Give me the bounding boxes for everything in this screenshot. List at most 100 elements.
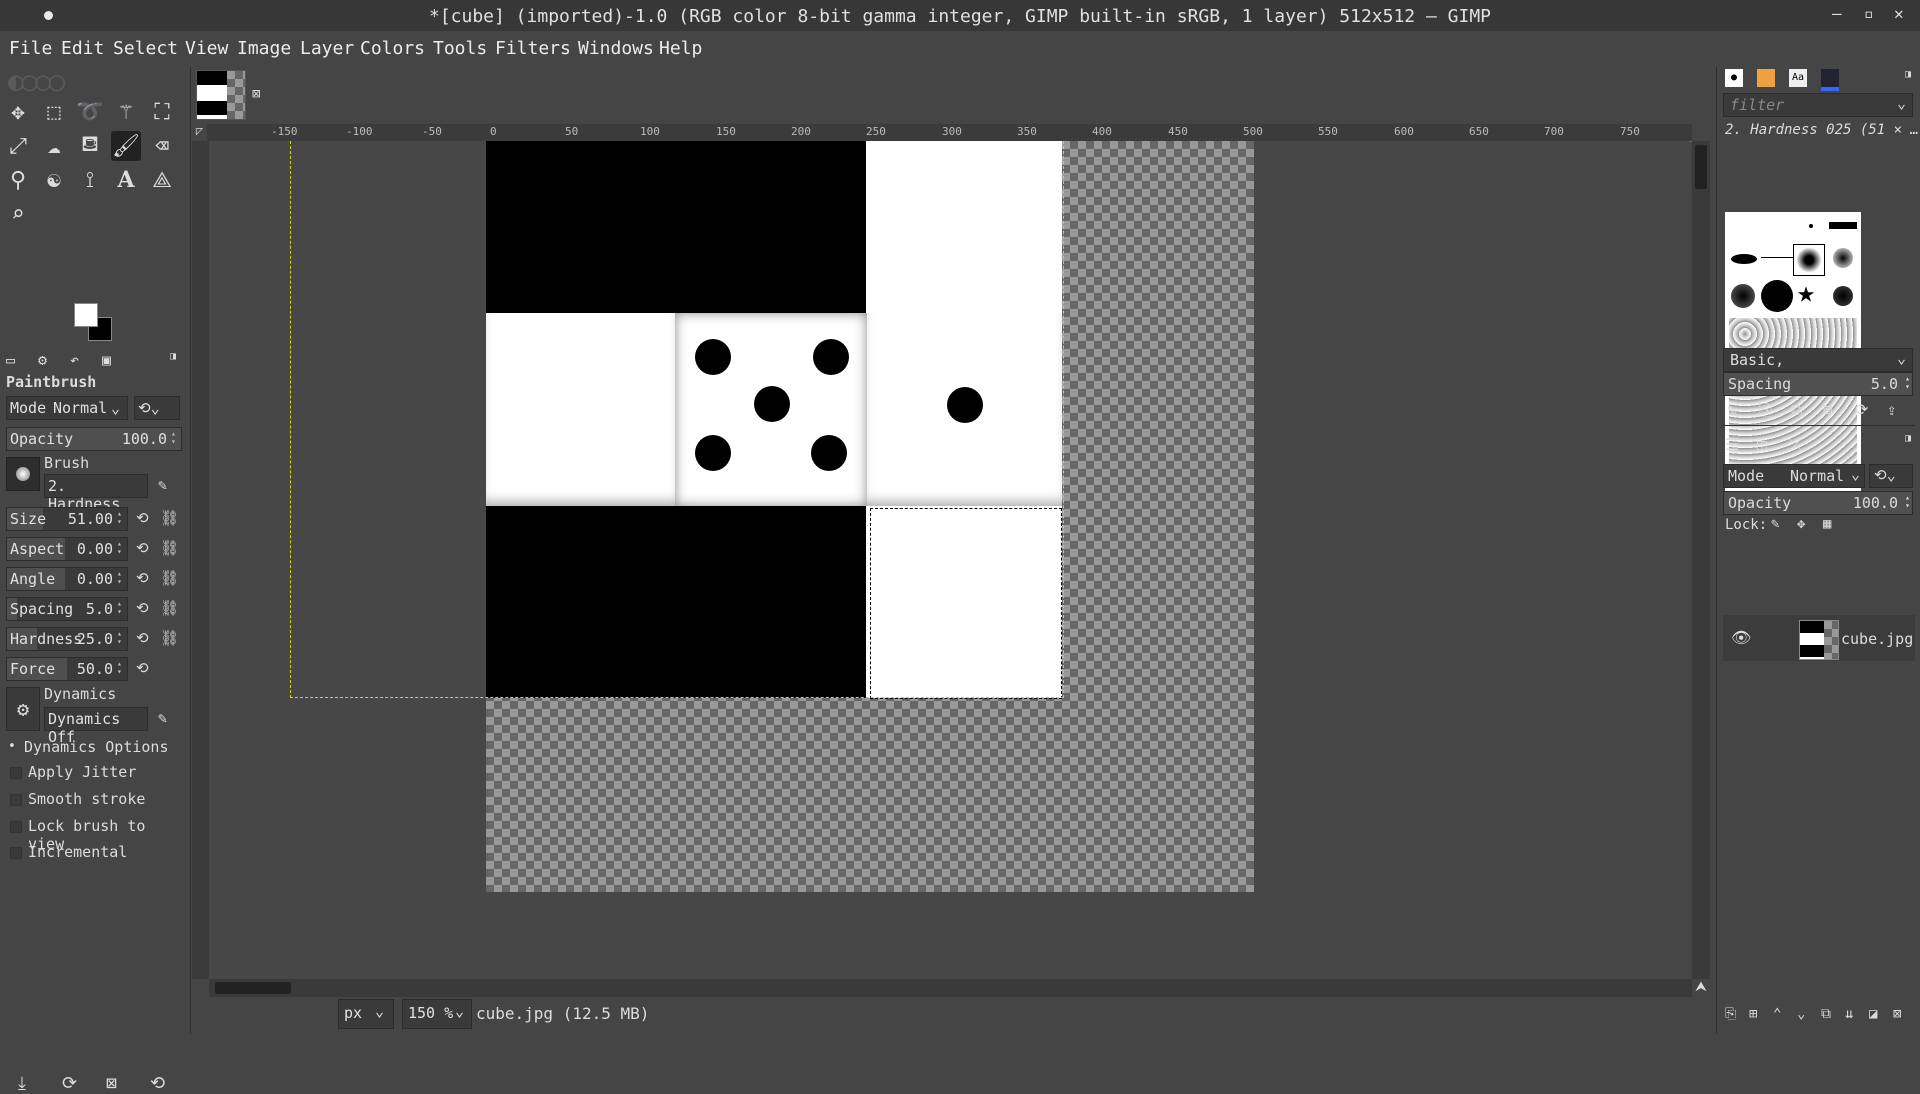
lasso-tool-icon[interactable]: ➰ (75, 97, 105, 127)
smudge-tool-icon[interactable]: ☯ (39, 165, 69, 195)
hardness-slider[interactable]: Hardness 25.0 ▴ ▾ (6, 627, 128, 651)
force-slider[interactable]: Force 50.0 ▴ ▾ (6, 657, 128, 681)
text-tool-icon[interactable]: A (111, 165, 141, 195)
new-layer-group-icon[interactable]: ⊞ (1749, 1006, 1757, 1022)
rect-select-tool-icon[interactable]: ⬚ (39, 97, 69, 127)
gradients-tab-icon[interactable] (1821, 69, 1839, 91)
delete-options-icon[interactable]: ⊠ (106, 1073, 117, 1094)
close-image-tab-icon[interactable]: ⊠ (252, 86, 260, 102)
duplicate-brush-icon[interactable]: ⧉ (1791, 400, 1802, 420)
smooth-stroke-checkbox[interactable] (10, 794, 22, 806)
brush-filter-input[interactable]: filter ⌄ (1723, 93, 1913, 117)
navigate-icon[interactable]: ⮝ (1692, 979, 1710, 997)
menu-view[interactable]: View (185, 38, 228, 59)
measure-tool-icon[interactable]: ⟁ (147, 165, 177, 195)
reset-force-icon[interactable]: ⟲ (136, 659, 149, 677)
menu-tools[interactable]: Tools (433, 38, 487, 59)
patterns-tab-icon[interactable] (1757, 69, 1775, 87)
horizontal-scrollbar[interactable] (209, 979, 1692, 997)
move-tool-icon[interactable]: ✥ (3, 97, 33, 127)
minimize-button[interactable]: – (1832, 4, 1842, 23)
reset-aspect-icon[interactable]: ⟲ (136, 539, 149, 557)
lock-alpha-icon[interactable]: ▦ (1823, 516, 1831, 532)
eye-icon[interactable]: 👁 (1731, 628, 1751, 647)
layer-mode-reset[interactable]: ⟲⌄ (1869, 464, 1913, 488)
zoom-tool-icon[interactable]: ⌕ (3, 199, 33, 229)
foreground-color-swatch[interactable] (74, 303, 98, 327)
crop-tool-icon[interactable]: ⛶ (147, 97, 177, 127)
brush-preview[interactable] (6, 457, 40, 491)
reset-hardness-icon[interactable]: ⟲ (136, 629, 149, 647)
brush-select[interactable]: 2. Hardness (44, 474, 148, 513)
configure-tab-icon[interactable]: ◨ (1905, 433, 1911, 444)
quick-mask-corner-icon[interactable]: ◸ (192, 124, 207, 139)
apply-jitter-checkbox[interactable] (10, 767, 22, 779)
paintbrush-tool-icon[interactable]: 🖌 (111, 131, 141, 161)
canvas-area[interactable] (209, 141, 1689, 979)
link-size-icon[interactable]: ⛓ (160, 509, 179, 527)
new-brush-icon[interactable]: ⎘ (1759, 400, 1772, 420)
fuzzy-select-tool-icon[interactable]: ⚚ (111, 97, 141, 127)
layers-tab-icon[interactable]: ☰ (1725, 435, 1739, 454)
device-status-tab-icon[interactable]: ⚙ (38, 351, 62, 371)
clone-tool-icon[interactable]: ⚲ (3, 165, 33, 195)
delete-brush-icon[interactable]: ⊠ (1823, 400, 1833, 419)
warp-tool-icon[interactable]: ☁ (39, 131, 69, 161)
configure-tab-icon[interactable]: ◨ (170, 351, 194, 371)
menu-windows[interactable]: Windows (578, 38, 654, 59)
lock-position-icon[interactable]: ✥ (1797, 516, 1805, 532)
tool-options-tab-icon[interactable]: ▭ (6, 351, 30, 371)
dynamics-options-expander[interactable]: Dynamics Options (24, 738, 169, 756)
brushes-tab-icon[interactable]: ● (1725, 69, 1743, 87)
fonts-tab-icon[interactable]: Aa (1789, 69, 1807, 87)
mode-reset-button[interactable]: ⟲⌄ (134, 396, 180, 420)
menu-layer[interactable]: Layer (300, 38, 354, 59)
restore-options-icon[interactable]: ⟳ (62, 1073, 77, 1094)
layer-opacity-slider[interactable]: Opacity 100.0 ▴ ▾ (1723, 491, 1913, 515)
channels-tab-icon[interactable]: ◫ (1757, 435, 1767, 454)
link-angle-icon[interactable]: ⛓ (160, 569, 179, 587)
menu-filters[interactable]: Filters (495, 38, 571, 59)
spacing-slider[interactable]: Spacing 5.0 ▴ ▾ (6, 597, 128, 621)
add-mask-icon[interactable]: ◪ (1869, 1006, 1877, 1022)
paths-tab-icon[interactable]: ⤫ (1789, 435, 1802, 455)
undo-history-tab-icon[interactable]: ↶ (70, 351, 94, 371)
opacity-slider[interactable]: Opacity 100.0 ▴ ▾ (6, 427, 182, 451)
reset-angle-icon[interactable]: ⟲ (136, 569, 149, 587)
lower-layer-icon[interactable]: ⌄ (1797, 1006, 1805, 1022)
expander-icon[interactable]: • (8, 739, 16, 754)
layer-mode-select[interactable]: Mode Normal ⌄ (1723, 464, 1865, 488)
link-spacing-icon[interactable]: ⛓ (160, 599, 179, 617)
menu-image[interactable]: Image (237, 38, 291, 59)
delete-layer-icon[interactable]: ⊠ (1893, 1006, 1901, 1022)
brush-tag-input[interactable]: Basic, ⌄ (1723, 348, 1913, 372)
brush-spacing-slider[interactable]: Spacing 5.0 ▴ ▾ (1723, 372, 1913, 396)
unit-select[interactable]: px ⌄ (338, 999, 394, 1029)
reset-spacing-icon[interactable]: ⟲ (136, 599, 149, 617)
eraser-tool-icon[interactable]: ⌫ (147, 131, 177, 161)
transform-tool-icon[interactable]: ⤢ (3, 131, 33, 161)
images-tab-icon[interactable]: ▣ (102, 351, 126, 371)
edit-dynamics-icon[interactable]: ✎ (158, 709, 167, 727)
dynamics-icon[interactable]: ⚙ (6, 687, 40, 731)
lock-brush-checkbox[interactable] (10, 821, 22, 833)
aspect-slider[interactable]: Aspect 0.00 ▴ ▾ (6, 537, 128, 561)
close-button[interactable]: ✕ (1894, 4, 1904, 23)
maximize-button[interactable]: ▫ (1864, 4, 1874, 23)
menu-colors[interactable]: Colors (360, 38, 425, 59)
save-options-icon[interactable]: ⤓ (18, 1073, 26, 1094)
menu-edit[interactable]: Edit (61, 38, 104, 59)
configure-tab-icon[interactable]: ◨ (1905, 69, 1911, 80)
reset-size-icon[interactable]: ⟲ (136, 509, 149, 527)
size-slider[interactable]: Size 51.00 ▴ ▾ (6, 507, 128, 531)
layer-name[interactable]: cube.jpg (1841, 630, 1913, 648)
mode-select[interactable]: Mode Normal ⌄ (6, 396, 128, 420)
edit-brush-icon[interactable]: ✎ (1727, 400, 1737, 419)
open-brush-icon[interactable]: ⇪ (1887, 400, 1897, 419)
duplicate-layer-icon[interactable]: ⧉ (1821, 1006, 1831, 1022)
angle-slider[interactable]: Angle 0.00 ▴ ▾ (6, 567, 128, 591)
merge-layer-icon[interactable]: ⇊ (1845, 1006, 1853, 1022)
raise-layer-icon[interactable]: ⌃ (1773, 1006, 1781, 1022)
menu-help[interactable]: Help (659, 38, 702, 59)
paths-tool-icon[interactable]: ⟟ (75, 165, 105, 195)
